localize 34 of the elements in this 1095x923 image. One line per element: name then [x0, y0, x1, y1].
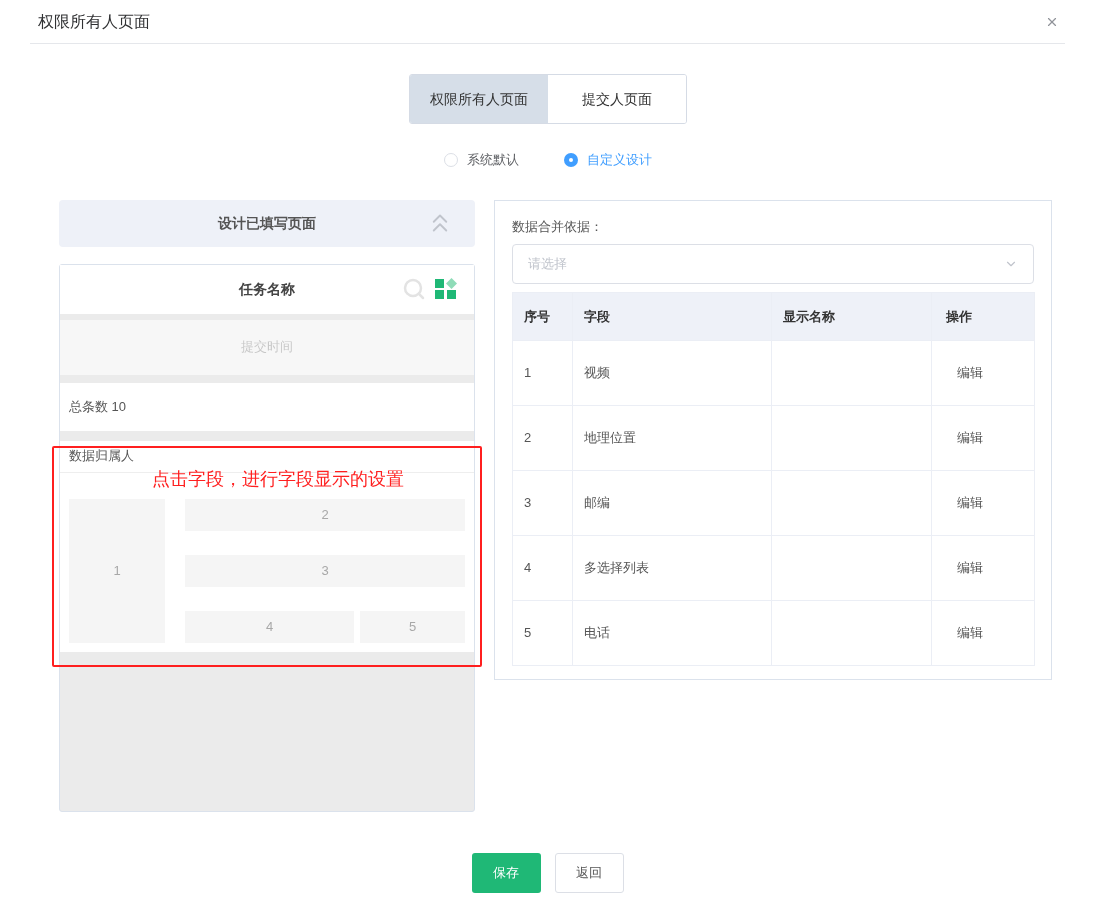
tab[interactable]: 权限所有人页面 [409, 75, 548, 123]
radio-button[interactable] [563, 152, 578, 167]
column-header: 操作 [931, 292, 1035, 341]
table-cell: 视频 [572, 340, 772, 406]
edit-link[interactable]: 编辑 [957, 430, 984, 446]
table-cell: 4 [512, 535, 573, 601]
table-cell: 2 [512, 405, 573, 471]
table-cell: 3 [512, 470, 573, 536]
annotation-text: 点击字段，进行字段显示的设置 [152, 468, 404, 491]
edit-link[interactable]: 编辑 [957, 365, 984, 381]
table-cell: 5 [512, 600, 573, 666]
column-header: 字段 [572, 292, 772, 341]
card-title[interactable]: 数据归属人 [69, 446, 134, 466]
table-cell: 多选择列表 [572, 535, 772, 601]
column-header: 序号 [512, 292, 573, 341]
radio-button[interactable] [443, 152, 458, 167]
designer-header[interactable]: 设计已填写页面 [59, 199, 475, 247]
total-count: 总条数 10 [69, 397, 127, 416]
preview-title: 任务名称 [239, 279, 295, 299]
table-cell: 邮编 [572, 470, 772, 536]
apps-icon[interactable] [435, 278, 458, 300]
dialog-title: 权限所有人页面 [38, 11, 150, 32]
merge-label: 数据合并依据： [512, 217, 604, 236]
edit-link[interactable]: 编辑 [957, 625, 984, 641]
table-cell: 电话 [572, 600, 772, 666]
search-icon[interactable] [402, 277, 426, 301]
edit-link[interactable]: 编辑 [957, 495, 984, 511]
radio-label[interactable]: 系统默认 [466, 150, 519, 170]
back-button[interactable]: 返回 [554, 852, 624, 893]
table-cell: 地理位置 [572, 405, 772, 471]
column-header: 显示名称 [771, 292, 932, 341]
edit-link[interactable]: 编辑 [957, 560, 984, 576]
table-cell: 1 [512, 340, 573, 406]
designer-title: 设计已填写页面 [218, 213, 316, 233]
